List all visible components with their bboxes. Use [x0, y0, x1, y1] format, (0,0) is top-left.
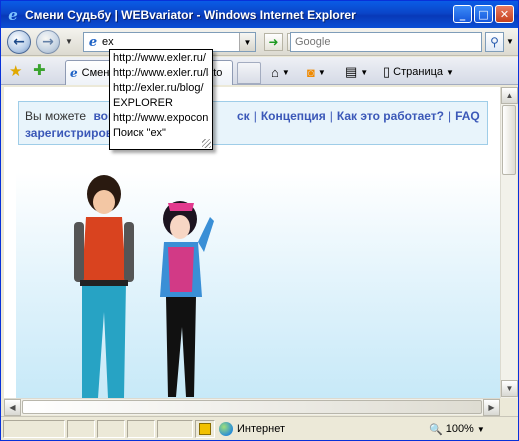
search-box[interactable] [290, 32, 482, 52]
address-autocomplete-list: http://www.exler.ru/ http://www.exler.ru… [109, 49, 213, 150]
autocomplete-search-item[interactable]: Поиск "ex" [113, 126, 209, 141]
search-input[interactable] [295, 36, 475, 48]
go-arrow-icon: ➜ [268, 35, 279, 49]
page-icon: ▯ [383, 64, 391, 79]
nav-link-concept[interactable]: Концепция [261, 109, 326, 123]
horizontal-scrollbar[interactable]: ◀ ▶ [4, 398, 500, 416]
nav-link-partial[interactable]: ск [237, 109, 250, 123]
scroll-down-button[interactable]: ▼ [501, 380, 518, 397]
close-button[interactable]: ✕ [495, 5, 514, 23]
scroll-left-button[interactable]: ◀ [4, 399, 21, 416]
ie-logo-icon: e [8, 5, 18, 24]
chevron-down-icon: ▼ [243, 37, 252, 47]
resize-grip[interactable] [202, 139, 211, 148]
address-input[interactable] [102, 34, 222, 50]
boy-character-illustration [74, 175, 134, 398]
page-menu-label: Страница [393, 66, 444, 78]
info-prefix-text: Вы можете [25, 109, 87, 123]
zoom-control[interactable]: 🔍 100% ▼ [429, 420, 485, 438]
chevron-down-icon: ▼ [281, 67, 290, 77]
chevron-down-icon: ▼ [446, 67, 454, 77]
nav-link-faq[interactable]: FAQ [455, 109, 480, 123]
scroll-right-button[interactable]: ▶ [483, 399, 500, 416]
ie-page-icon: e [88, 34, 98, 50]
chevron-right-icon: ▶ [488, 403, 495, 412]
search-icon: ⚲ [490, 35, 499, 49]
autocomplete-item[interactable]: http://www.exler.ru/ [113, 51, 209, 66]
feeds-button[interactable]: ◙ ▼ [307, 62, 326, 82]
home-button[interactable]: ⌂ ▼ [271, 62, 290, 82]
scroll-up-button[interactable]: ▲ [501, 87, 518, 104]
status-pane [127, 420, 155, 438]
title-bar[interactable]: e Смени Судьбу | WEBvariator - Windows I… [1, 1, 518, 28]
autocomplete-item[interactable]: http://www.expocon [113, 111, 209, 126]
window-title: Смени Судьбу | WEBvariator - Windows Int… [25, 7, 356, 22]
add-favorites-icon[interactable]: ✚ [33, 61, 46, 79]
status-pane [157, 420, 193, 438]
security-zone[interactable]: Интернет [219, 420, 285, 438]
back-arrow-icon: ← [13, 34, 25, 50]
site-nav: ск | Концепция | Как это работает? | FAQ [237, 109, 480, 123]
chevron-down-icon: ▼ [505, 384, 514, 393]
chevron-down-icon: ▼ [476, 424, 485, 434]
tab-bar: ★ ✚ e Смени Судьбу | WEBvariator ⌂▼ ◙▼ ▤… [1, 57, 518, 85]
minimize-button[interactable]: _ [453, 5, 472, 23]
nav-link-how-it-works[interactable]: Как это работает? [337, 109, 444, 123]
recent-pages-dropdown[interactable]: ▼ [65, 37, 73, 46]
back-button[interactable]: ← [7, 30, 31, 54]
status-bar: Интернет 🔍 100% ▼ [1, 416, 518, 440]
status-text-pane [3, 420, 65, 438]
horizontal-scroll-thumb[interactable] [22, 400, 482, 414]
address-dropdown-button[interactable]: ▼ [239, 33, 255, 51]
scroll-corner [500, 398, 517, 415]
rss-icon: ◙ [307, 64, 315, 80]
vertical-scrollbar[interactable]: ▲ ▼ [500, 87, 518, 398]
warning-icon [199, 423, 211, 435]
autocomplete-item[interactable]: http://www.exler.ru/lator [113, 66, 209, 81]
autocomplete-item[interactable]: EXPLORER [113, 96, 209, 111]
chevron-left-icon: ◀ [9, 403, 16, 412]
go-button[interactable]: ➜ [264, 33, 283, 51]
new-tab-button[interactable] [237, 62, 261, 84]
status-pane [97, 420, 125, 438]
maximize-button[interactable]: □ [474, 5, 493, 23]
address-toolbar: ← → ▼ e ▼ ➜ ✕ ⚲ ▼ [1, 28, 518, 56]
printer-icon: ▤ [345, 64, 358, 79]
search-options-dropdown[interactable]: ▼ [506, 37, 514, 46]
login-info-bar: Вы можете войти ск|Концепция|Как это раб… [18, 101, 488, 145]
forward-button[interactable]: → [36, 30, 60, 54]
search-button[interactable]: ⚲ [485, 32, 504, 52]
chevron-up-icon: ▲ [505, 91, 514, 100]
home-icon: ⌂ [271, 64, 279, 80]
girl-character-illustration [160, 201, 214, 397]
browser-window: e Смени Судьбу | WEBvariator - Windows I… [0, 0, 519, 441]
autocomplete-item[interactable]: http://exler.ru/blog/ [113, 81, 209, 96]
page-menu-button[interactable]: ▯ Страница ▼ [383, 62, 454, 82]
chevron-down-icon: ▼ [360, 67, 369, 77]
forward-arrow-icon: → [42, 34, 54, 50]
page-content: Вы можете войти ск|Концепция|Как это раб… [4, 87, 500, 398]
vertical-scroll-thumb[interactable] [502, 105, 516, 175]
chevron-down-icon: ▼ [317, 67, 326, 77]
window-controls: _ □ ✕ [453, 5, 514, 23]
favorites-star-icon[interactable]: ★ [9, 62, 22, 80]
status-pane [67, 420, 95, 438]
register-link[interactable]: зарегистрирова [25, 125, 120, 142]
globe-icon [219, 422, 233, 436]
popup-blocker-pane[interactable] [195, 420, 215, 438]
zone-label: Интернет [237, 423, 285, 435]
print-button[interactable]: ▤ ▼ [345, 62, 368, 82]
zoom-label: 100% [445, 423, 474, 435]
ie-page-icon: e [70, 66, 78, 80]
hero-background [16, 172, 500, 398]
zoom-magnifier-icon: 🔍 [429, 423, 443, 436]
